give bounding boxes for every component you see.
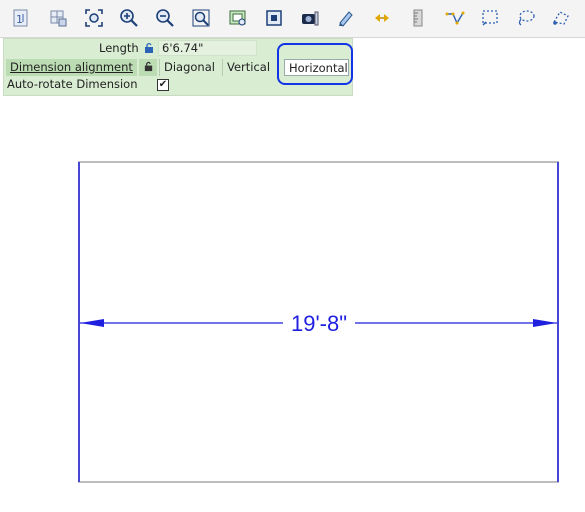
arrowhead-left: [80, 319, 104, 327]
drawing-canvas[interactable]: 19'-8": [0, 0, 585, 512]
dimension-label: 19'-8": [291, 311, 347, 336]
arrowhead-right: [533, 319, 557, 327]
